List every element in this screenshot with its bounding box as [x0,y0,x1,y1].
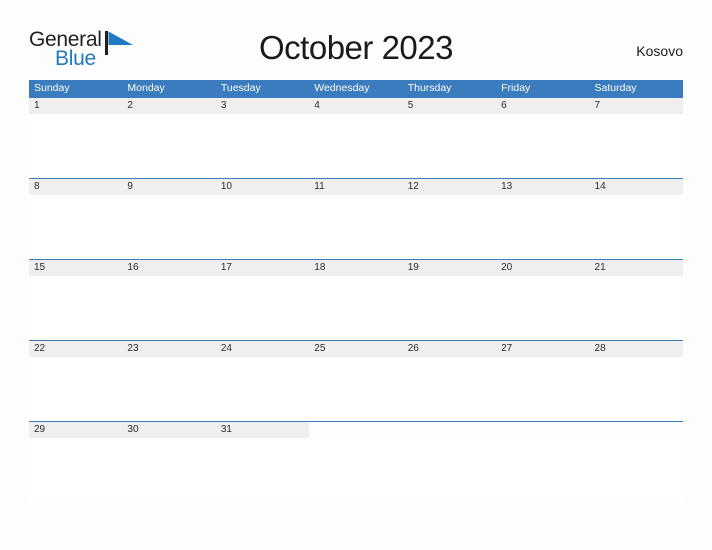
week-notes-area[interactable] [29,438,683,502]
day-cell[interactable]: 31 [216,422,309,438]
week-notes-area[interactable] [29,195,683,259]
day-cell[interactable]: 22 [29,341,122,357]
day-cell[interactable]: 8 [29,179,122,195]
day-cell[interactable]: 16 [122,260,215,276]
day-cell[interactable]: 23 [122,341,215,357]
day-cell[interactable]: 18 [309,260,402,276]
day-cell[interactable]: 2 [122,98,215,114]
week-row: 22 23 24 25 26 27 28 [29,340,683,421]
weekday-header-thursday: Thursday [407,82,452,94]
day-cell[interactable]: 26 [403,341,496,357]
weekday-header-row: Sunday Monday Tuesday Wednesday Thursday… [29,80,683,97]
day-cell[interactable]: 12 [403,179,496,195]
day-cell-empty [589,422,683,438]
day-cell[interactable]: 4 [309,98,402,114]
day-cell[interactable]: 27 [496,341,589,357]
day-cell[interactable]: 13 [496,179,589,195]
weekday-header-wednesday: Wednesday [314,82,370,94]
day-cell[interactable]: 17 [216,260,309,276]
weekday-header-friday: Friday [501,82,531,94]
day-cell[interactable]: 15 [29,260,122,276]
week-number-band: 1 2 3 4 5 6 7 [29,97,683,114]
day-cell[interactable]: 24 [216,341,309,357]
week-number-band: 22 23 24 25 26 27 28 [29,340,683,357]
day-cell[interactable]: 1 [29,98,122,114]
day-cell[interactable]: 14 [590,179,683,195]
day-cell[interactable]: 28 [590,341,683,357]
page-title: October 2023 [259,29,453,66]
week-row: 1 2 3 4 5 6 7 [29,97,683,178]
week-notes-area[interactable] [29,357,683,421]
day-cell-empty [402,422,497,438]
day-cell-empty [496,422,590,438]
calendar-grid: Sunday Monday Tuesday Wednesday Thursday… [29,80,683,502]
weekday-header-monday: Monday [127,82,165,94]
day-cell[interactable]: 10 [216,179,309,195]
region-label: Kosovo [636,43,683,59]
page-header: General Blue October 2023 Kosovo [29,26,683,74]
calendar-page: General Blue October 2023 Kosovo Sunday … [0,0,712,550]
day-cell-empty [309,422,403,438]
day-cell[interactable]: 5 [403,98,496,114]
day-cell[interactable]: 30 [122,422,215,438]
week-number-band: 29 30 31 [29,421,683,438]
day-cell[interactable]: 20 [496,260,589,276]
weekday-header-sunday: Sunday [34,82,70,94]
day-cell[interactable]: 3 [216,98,309,114]
day-cell[interactable]: 29 [29,422,122,438]
week-number-band: 8 9 10 11 12 13 14 [29,178,683,195]
week-row: 29 30 31 [29,421,683,502]
day-cell[interactable]: 25 [309,341,402,357]
week-notes-area[interactable] [29,276,683,340]
weekday-header-saturday: Saturday [594,82,637,94]
weekday-header-tuesday: Tuesday [220,82,261,94]
week-row: 15 16 17 18 19 20 21 [29,259,683,340]
week-number-band: 15 16 17 18 19 20 21 [29,259,683,276]
day-cell[interactable]: 7 [590,98,683,114]
day-cell[interactable]: 21 [590,260,683,276]
day-cell[interactable]: 19 [403,260,496,276]
day-cell[interactable]: 6 [496,98,589,114]
day-cell[interactable]: 11 [309,179,402,195]
week-notes-area[interactable] [29,114,683,178]
week-row: 8 9 10 11 12 13 14 [29,178,683,259]
day-cell[interactable]: 9 [122,179,215,195]
